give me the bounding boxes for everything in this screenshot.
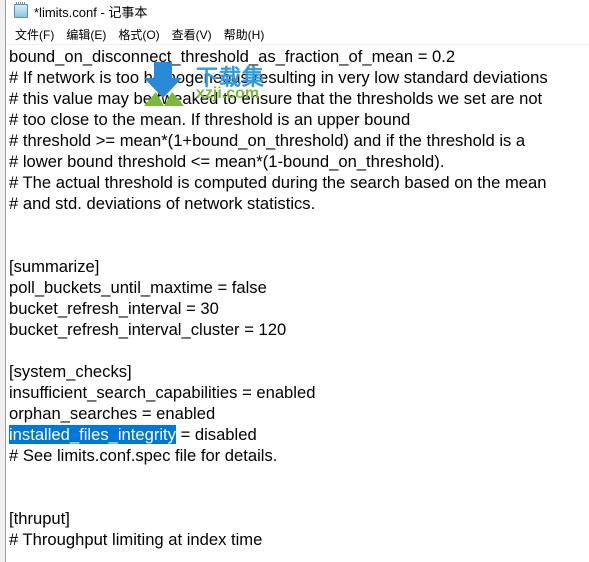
menu-file[interactable]: 文件(F) — [9, 26, 60, 43]
text-selection[interactable]: installed_files_integrity — [9, 425, 176, 444]
text-line: # The actual threshold is computed durin… — [9, 173, 547, 192]
text-editor[interactable]: bound_on_disconnect_threshold_as_fractio… — [6, 45, 589, 562]
menu-format[interactable]: 格式(O) — [112, 26, 165, 43]
menu-edit[interactable]: 编辑(E) — [60, 26, 112, 43]
text-line: # too close to the mean. If threshold is… — [9, 110, 411, 129]
text-line: # lower bound threshold <= mean*(1-bound… — [9, 152, 445, 171]
menu-help[interactable]: 帮助(H) — [218, 26, 271, 43]
text-line: # Throughput limiting at index time — [9, 530, 263, 549]
text-line: bucket_refresh_interval_cluster = 120 — [9, 320, 287, 339]
text-line: [summarize] — [9, 257, 100, 276]
text-line: orphan_searches = enabled — [9, 404, 216, 423]
text-line: # this value may be tweaked to ensure th… — [9, 89, 543, 108]
notepad-icon — [14, 2, 28, 18]
text-after-selection: = disabled — [175, 425, 257, 444]
text-line: poll_buckets_until_maxtime = false — [9, 278, 267, 297]
text-line: # If network is too homogeneous resultin… — [9, 68, 548, 87]
text-line: # See limits.conf.spec file for details. — [9, 446, 278, 465]
text-line: [system_checks] — [9, 362, 132, 381]
window-title: *limits.conf - 记事本 — [34, 4, 148, 20]
title-bar[interactable]: *limits.conf - 记事本 — [6, 0, 589, 22]
text-line: bucket_refresh_interval = 30 — [9, 299, 219, 318]
text-line: bound_on_disconnect_threshold_as_fractio… — [9, 47, 456, 66]
text-line: # and std. deviations of network statist… — [9, 194, 316, 213]
text-line: insufficient_search_capabilities = enabl… — [9, 383, 316, 402]
menu-view[interactable]: 查看(V) — [166, 26, 218, 43]
selected-text-line: installed_files_integrity = disabled — [9, 424, 257, 445]
text-line: # threshold >= mean*(1+bound_on_threshol… — [9, 131, 526, 150]
menu-bar: 文件(F) 编辑(E) 格式(O) 查看(V) 帮助(H) — [6, 24, 589, 45]
text-line: [thruput] — [9, 509, 70, 528]
